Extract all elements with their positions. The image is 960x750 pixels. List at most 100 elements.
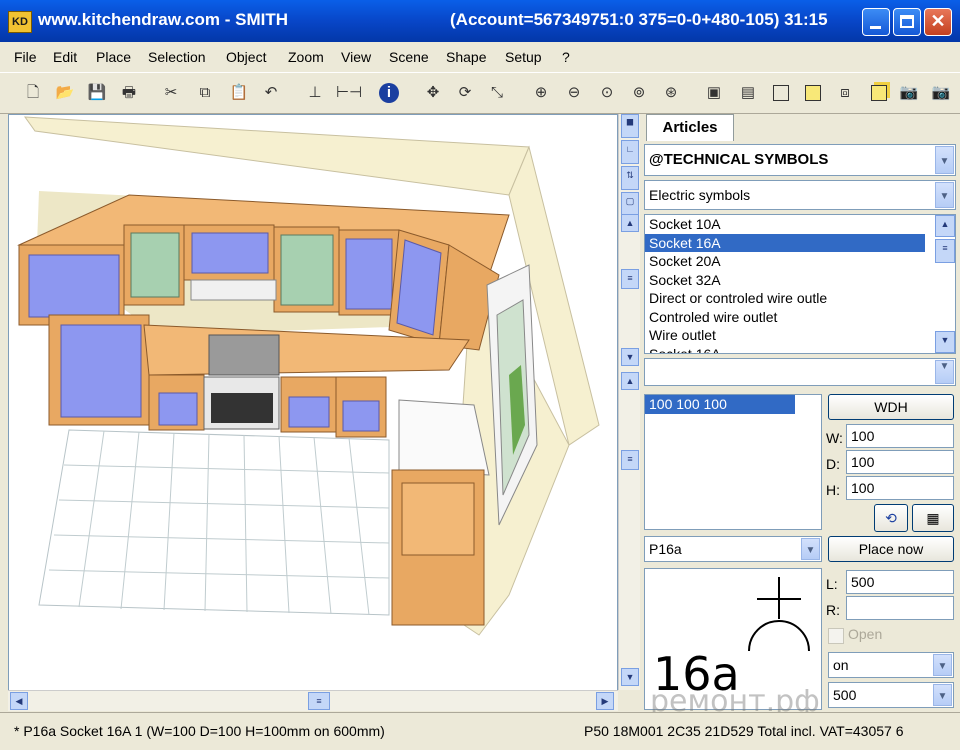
move-icon[interactable]: ✥	[422, 82, 444, 104]
open-icon[interactable]: 📂	[54, 82, 76, 104]
range-hood	[190, 279, 277, 301]
scroll-thumb[interactable]: ≡	[621, 269, 639, 289]
viewport-vertical-scrollbar[interactable]: ⯀ ∟ ⇅ ▢ ▲ ≡ ▼ ▲ ≡ ▼	[618, 114, 641, 690]
rotate-icon[interactable]: ⟳	[454, 82, 476, 104]
list-scroll-thumb[interactable]: ≡	[935, 239, 955, 263]
list-item[interactable]: Socket 10A	[645, 215, 955, 234]
status-left: * P16a Socket 16A 1 (W=100 D=100 H=100mm…	[14, 723, 385, 739]
scale-icon[interactable]: ⤡	[486, 82, 508, 104]
catalog-select[interactable]: @TECHNICAL SYMBOLS ▼	[644, 144, 956, 176]
copy-icon[interactable]: ⧉	[194, 82, 216, 104]
tool-tab-3[interactable]: ⇅	[621, 166, 639, 190]
paste-icon[interactable]: 📋	[228, 82, 250, 104]
menu-file[interactable]: File	[14, 49, 37, 65]
viewport-horizontal-scrollbar[interactable]: ◀ ≡ ▶	[8, 690, 618, 711]
scroll-right-icon[interactable]: ▶	[596, 692, 614, 710]
refresh-icon[interactable]: ⟲	[874, 504, 908, 532]
camera-2-icon[interactable]: 📷	[930, 82, 952, 104]
chevron-down-icon: ▼	[933, 654, 952, 676]
close-button[interactable]: ✕	[924, 8, 952, 36]
box-view-icon[interactable]	[770, 82, 792, 104]
print-icon[interactable]: 🖶	[118, 82, 140, 104]
scroll-up-icon[interactable]: ▲	[621, 214, 639, 232]
menu-help[interactable]: ?	[562, 49, 570, 65]
depth-label: D:	[826, 456, 840, 472]
l-field[interactable]: 500	[846, 570, 954, 594]
place-now-button[interactable]: Place now	[828, 536, 954, 562]
horizontal-scroll-thumb[interactable]: ≡	[308, 692, 330, 710]
open-label: Open	[848, 626, 883, 642]
menu-shape[interactable]: Shape	[446, 49, 486, 65]
undo-icon[interactable]: ↶	[260, 82, 282, 104]
article-list[interactable]: Socket 10A Socket 16A Socket 20A Socket …	[644, 214, 956, 354]
tool-tab-2[interactable]: ∟	[621, 140, 639, 164]
front-view-icon[interactable]: ⧈	[834, 82, 856, 104]
scroll-up-2-icon[interactable]: ▲	[621, 372, 639, 390]
zoom-all-icon[interactable]: ⊚	[628, 82, 650, 104]
maximize-icon	[900, 15, 914, 28]
menu-edit[interactable]: Edit	[53, 49, 77, 65]
scroll-down-2-icon[interactable]: ▼	[621, 668, 639, 686]
width-field[interactable]: 100	[846, 424, 954, 448]
list-item[interactable]: Direct or controled wire outle	[645, 289, 955, 308]
depth-field[interactable]: 100	[846, 450, 954, 474]
scroll-thumb-2[interactable]: ≡	[621, 450, 639, 470]
info-icon[interactable]: i	[378, 82, 400, 104]
list-item-selected[interactable]: Socket 16A	[645, 233, 925, 252]
code-value: P16a	[649, 541, 682, 557]
list-item[interactable]: Controled wire outlet	[645, 308, 955, 327]
scene-viewport[interactable]	[8, 114, 618, 692]
minimize-button[interactable]	[862, 8, 890, 36]
wdh-button[interactable]: WDH	[828, 394, 954, 420]
zoom-out-icon[interactable]: ⊖	[563, 82, 585, 104]
measure-icon[interactable]: ⊢⊣	[336, 82, 362, 104]
tab-articles[interactable]: Articles	[646, 114, 734, 141]
chevron-down-icon: ▼	[935, 182, 954, 208]
bottom-select[interactable]: 500 ▼	[828, 682, 954, 708]
camera-icon[interactable]: 📷	[898, 82, 920, 104]
list-item[interactable]: Wire outlet	[645, 326, 955, 345]
height-field[interactable]: 100	[846, 476, 954, 500]
menu-scene[interactable]: Scene	[389, 49, 429, 65]
dimensions-item[interactable]: 100 100 100	[645, 395, 795, 414]
plan-view-icon[interactable]: ▤	[737, 82, 759, 104]
list-item[interactable]: Socket 32A	[645, 271, 955, 290]
dimension-icon[interactable]: ⊥	[304, 82, 326, 104]
list-item[interactable]: Socket 20A	[645, 252, 955, 271]
3d-view-icon[interactable]	[868, 82, 890, 104]
chevron-down-icon: ▼	[933, 684, 952, 706]
cut-icon[interactable]: ✂	[160, 82, 182, 104]
new-icon[interactable]: 🗋	[22, 82, 44, 104]
open-checkbox[interactable]	[828, 628, 844, 644]
yellow-box-icon[interactable]	[802, 82, 824, 104]
zoom-window-icon[interactable]: ⊙	[596, 82, 618, 104]
list-scroll-up-icon[interactable]: ▲	[935, 215, 955, 237]
tool-tab-1[interactable]: ⯀	[621, 114, 639, 138]
list-item[interactable]: Socket 16A	[645, 345, 955, 354]
variant-select[interactable]: ▼	[644, 358, 956, 386]
code-select[interactable]: P16a ▼	[644, 536, 822, 562]
maximize-button[interactable]	[893, 8, 921, 36]
zoom-in-icon[interactable]: ⊕	[530, 82, 552, 104]
menu-object[interactable]: Object	[226, 49, 266, 65]
calculator-icon[interactable]: ▦	[912, 504, 954, 532]
category-select[interactable]: Electric symbols ▼	[644, 180, 956, 210]
scroll-left-icon[interactable]: ◀	[10, 692, 28, 710]
chevron-down-icon: ▼	[935, 146, 954, 174]
render-icon[interactable]: ▣	[703, 82, 725, 104]
r-field[interactable]	[846, 596, 954, 620]
minimize-icon	[870, 26, 881, 29]
dimensions-list[interactable]: 100 100 100	[644, 394, 822, 530]
menu-place[interactable]: Place	[96, 49, 131, 65]
menu-view[interactable]: View	[341, 49, 371, 65]
status-bar: * P16a Socket 16A 1 (W=100 D=100 H=100mm…	[0, 712, 960, 750]
tool-tab-4[interactable]: ▢	[621, 192, 639, 216]
menu-selection[interactable]: Selection	[148, 49, 206, 65]
menu-zoom[interactable]: Zoom	[288, 49, 324, 65]
list-scroll-down-icon[interactable]: ▼	[935, 331, 955, 353]
zoom-fit-icon[interactable]: ⊛	[660, 82, 682, 104]
on-select[interactable]: on ▼	[828, 652, 954, 678]
menu-setup[interactable]: Setup	[505, 49, 542, 65]
scroll-down-icon[interactable]: ▼	[621, 348, 639, 366]
save-icon[interactable]: 💾	[86, 82, 108, 104]
